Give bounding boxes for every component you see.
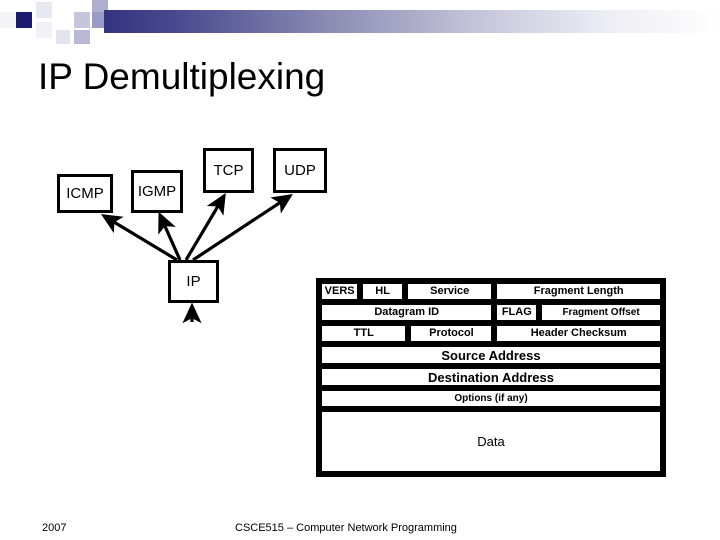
header-decoration (0, 0, 720, 46)
ip-header-row: Options (if any) (319, 388, 663, 409)
ip-header-field-service: Service (404, 281, 495, 302)
protocol-box-icmp-label: ICMP (66, 185, 104, 202)
protocol-box-tcp[interactable]: TCP (203, 148, 254, 193)
decorative-square (56, 0, 72, 12)
ip-header-field-vers: VERS (319, 281, 361, 302)
protocol-box-igmp-label: IGMP (137, 183, 177, 200)
ip-header-field-protocol: Protocol (408, 323, 495, 344)
ip-header-row: Source Address (319, 344, 663, 366)
footer-year: 2007 (42, 522, 67, 534)
ip-header-field-destination-address: Destination Address (319, 366, 663, 388)
ip-header-row: Destination Address (319, 366, 663, 388)
header-gradient-bar (104, 10, 720, 33)
protocol-box-igmp[interactable]: IGMP (131, 170, 183, 213)
decorative-square (36, 22, 52, 38)
ip-header-row: VERS HL Service Fragment Length (319, 281, 663, 302)
decorative-square (36, 2, 52, 18)
ip-header-field-ttl: TTL (319, 323, 409, 344)
protocol-box-ip[interactable]: IP (168, 260, 219, 303)
ip-header-table: VERS HL Service Fragment Length Datagram ID F… (316, 278, 666, 477)
ip-header-field-flag: FLAG (494, 302, 540, 323)
decorative-square (56, 30, 70, 44)
ip-header-row: TTL Protocol Header Checksum (319, 323, 663, 344)
footer-course: CSCE515 – Computer Network Programming (235, 522, 457, 534)
arrow-ip-to-udp (192, 194, 293, 262)
protocol-box-udp[interactable]: UDP (273, 148, 327, 193)
decorative-square (74, 12, 90, 28)
ip-header-field-fragment-offset: Fragment Offset (539, 302, 663, 323)
protocol-box-udp-label: UDP (284, 162, 316, 179)
protocol-box-ip-label: IP (186, 273, 201, 290)
arrow-ip-to-icmp (100, 214, 178, 262)
ip-header-field-hl: HL (360, 281, 405, 302)
ip-header-field-data: Data (319, 409, 663, 474)
ip-header-row: Data (319, 409, 663, 474)
decorative-square-accent (16, 12, 32, 28)
ip-header-field-header-checksum: Header Checksum (494, 323, 663, 344)
ip-header-field-fragment-length: Fragment Length (494, 281, 663, 302)
decorative-square (56, 12, 72, 28)
decorative-square (74, 30, 90, 44)
ip-header-field-options-if-any: Options (if any) (319, 388, 663, 409)
protocol-box-icmp[interactable]: ICMP (57, 174, 113, 213)
protocol-box-tcp-label: TCP (213, 162, 244, 179)
decorative-square (0, 12, 16, 28)
ip-header-field-source-address: Source Address (319, 344, 663, 366)
ip-header-row: Datagram ID FLAG Fragment Offset (319, 302, 663, 323)
page-title: IP Demultiplexing (38, 56, 326, 97)
ip-header-field-datagram-id: Datagram ID (319, 302, 495, 323)
